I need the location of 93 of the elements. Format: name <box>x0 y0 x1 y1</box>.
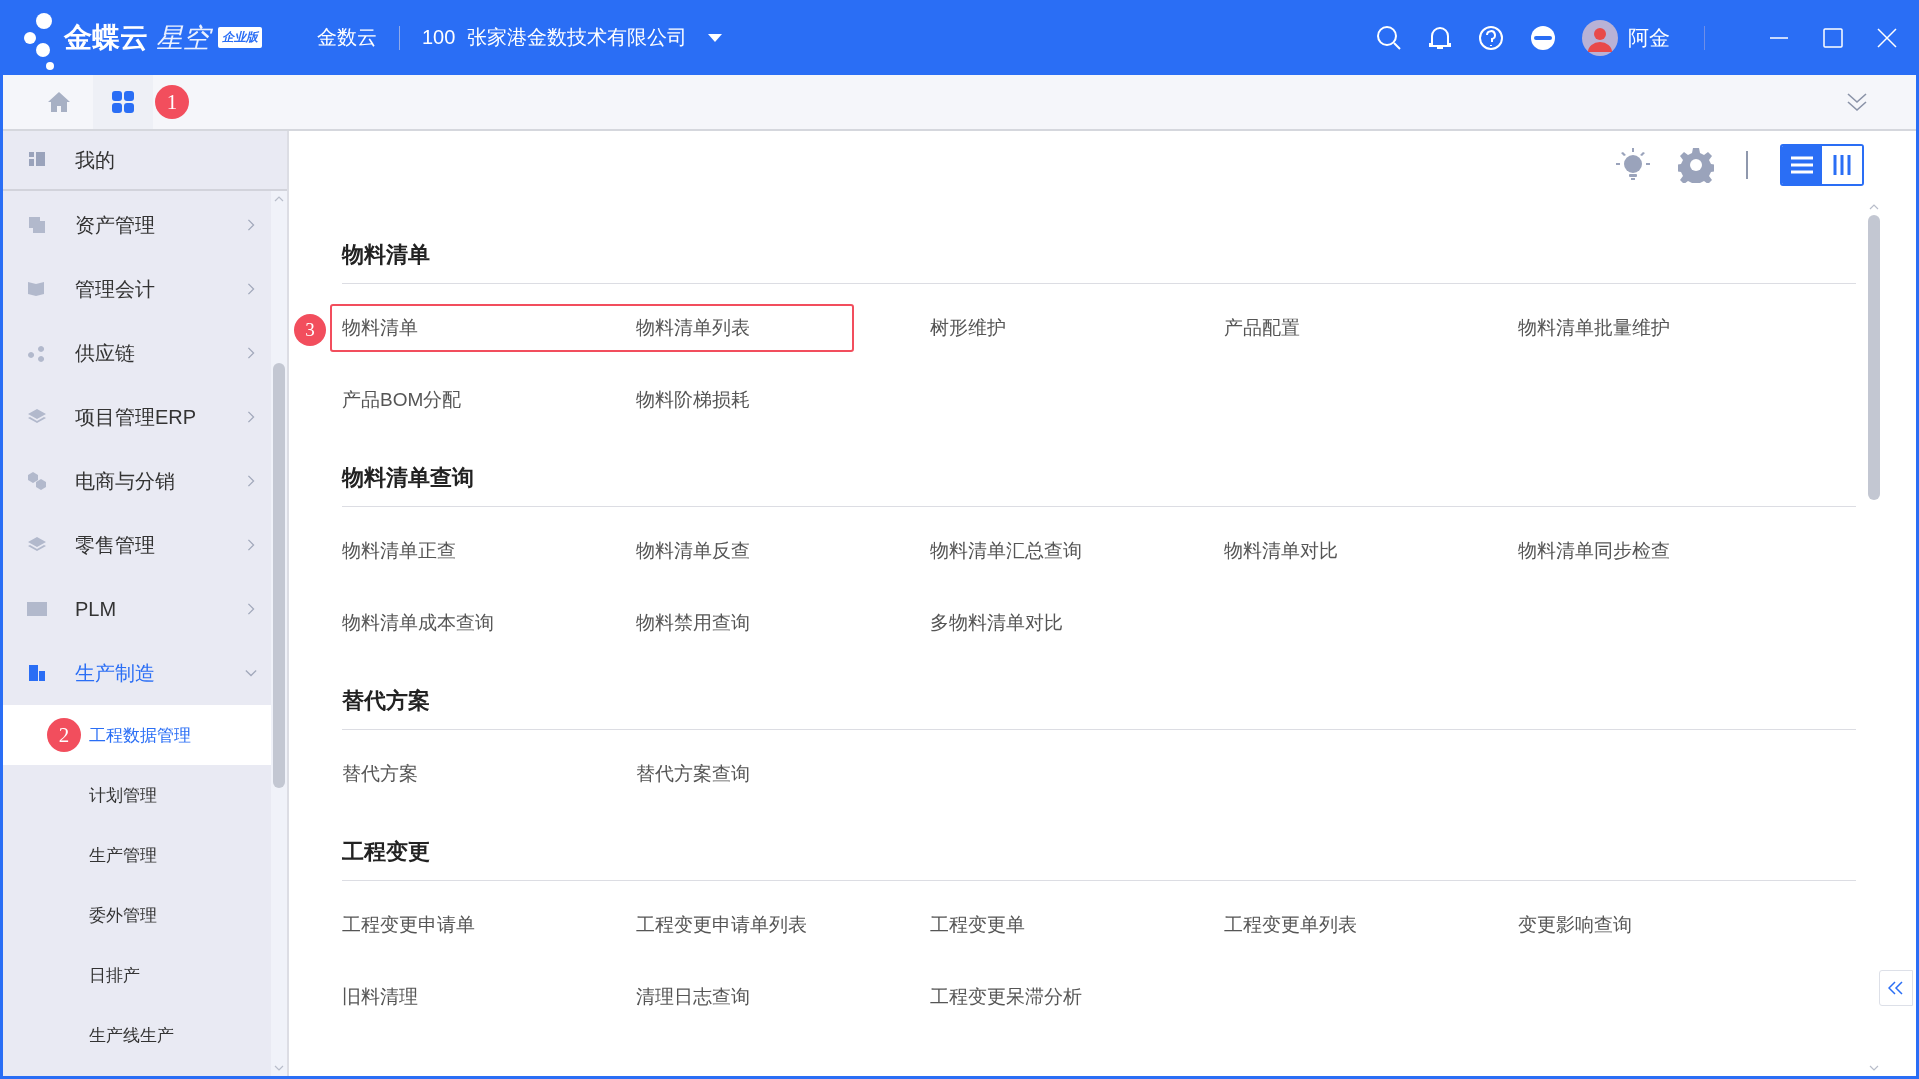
home-icon <box>47 91 71 113</box>
sidebar-subitem[interactable]: 委外管理 <box>3 885 271 945</box>
help-icon[interactable] <box>1478 24 1504 51</box>
module-icon <box>27 279 47 299</box>
search-icon[interactable] <box>1376 24 1402 51</box>
menu-link[interactable]: 变更影响查询 <box>1518 912 1632 938</box>
double-chevron-left-icon <box>1888 981 1904 995</box>
sidebar-item[interactable]: 供应链 <box>3 321 271 385</box>
settings-icon[interactable] <box>1678 147 1714 183</box>
menu-link[interactable]: 物料清单批量维护 <box>1518 315 1670 341</box>
bell-icon[interactable] <box>1428 24 1452 51</box>
menu-link[interactable]: 工程变更单 <box>930 912 1025 938</box>
maximize-icon[interactable] <box>1823 27 1843 48</box>
module-icon <box>27 343 47 363</box>
list-view-button[interactable] <box>1782 146 1822 184</box>
apps-tab[interactable] <box>93 75 153 129</box>
sidebar-item[interactable]: 电商与分销 <box>3 449 271 513</box>
edition-tag: 企业版 <box>218 27 262 48</box>
menu-link[interactable]: 物料清单反查 <box>636 538 750 564</box>
step-badge: 3 <box>294 314 326 346</box>
menu-link[interactable]: 物料清单对比 <box>1224 538 1338 564</box>
sidebar-item[interactable]: 生产制造 <box>3 641 271 705</box>
sidebar-subitem[interactable]: 日排产 <box>3 945 271 1005</box>
module-icon <box>27 471 47 491</box>
subitem-label: 生产管理 <box>89 844 157 867</box>
sidebar-item[interactable]: 资产管理 <box>3 193 271 257</box>
dropdown-icon[interactable] <box>707 32 724 43</box>
scrollbar[interactable] <box>271 191 287 1076</box>
org-code[interactable]: 100 <box>422 26 456 49</box>
menu-link[interactable]: 物料阶梯损耗 <box>636 387 750 413</box>
sidebar-item[interactable]: 管理会计 <box>3 257 271 321</box>
section-title: 工程变更 <box>342 824 1856 881</box>
logo-icon <box>22 11 56 70</box>
module-icon <box>27 215 47 235</box>
menu-link[interactable]: 清理日志查询 <box>636 984 750 1010</box>
avatar-icon[interactable] <box>1582 19 1618 56</box>
close-icon[interactable] <box>1877 27 1897 48</box>
menu-link[interactable]: 替代方案 <box>342 761 418 787</box>
menu-link[interactable]: 旧料清理 <box>342 984 418 1010</box>
grid-icon <box>111 90 135 114</box>
module-icon <box>27 599 47 619</box>
org-name[interactable]: 张家港金数技术有限公司 <box>467 24 688 51</box>
brand-name: 金蝶云 <box>64 20 148 55</box>
section-title: 替代方案 <box>342 673 1856 730</box>
menu-link[interactable]: 物料清单 <box>342 315 418 341</box>
user-name[interactable]: 阿金 <box>1628 23 1670 52</box>
columns-icon <box>1833 155 1851 175</box>
menu-link[interactable]: 物料禁用查询 <box>636 610 750 636</box>
sidebar-subitem[interactable]: 生产管理 <box>3 825 271 885</box>
scrollbar-thumb[interactable] <box>1868 215 1880 500</box>
subitem-label: 计划管理 <box>89 784 157 807</box>
scroll-up-icon[interactable] <box>1869 203 1879 211</box>
menu-link[interactable]: 产品配置 <box>1224 315 1300 341</box>
scroll-down-icon[interactable] <box>1869 1064 1879 1072</box>
menu-link[interactable]: 物料清单正查 <box>342 538 456 564</box>
scroll-up-icon[interactable] <box>274 195 284 203</box>
subitem-label: 日排产 <box>89 964 140 987</box>
sidebar-subitem[interactable]: 计划管理 <box>3 765 271 825</box>
scroll-down-icon[interactable] <box>274 1064 284 1072</box>
double-chevron-down-icon[interactable] <box>1846 92 1868 112</box>
subitem-label: 生产线生产 <box>89 1024 174 1047</box>
module-icon <box>27 663 47 683</box>
menu-link[interactable]: 工程变更呆滞分析 <box>930 984 1082 1010</box>
section-title: 物料清单 <box>342 227 1856 284</box>
section-title: 物料清单查询 <box>342 450 1856 507</box>
menu-link[interactable]: 工程变更申请单 <box>342 912 475 938</box>
menu-link[interactable]: 树形维护 <box>930 315 1006 341</box>
sidebar-label: 我的 <box>75 147 115 173</box>
lightbulb-icon[interactable] <box>1616 148 1650 182</box>
menu-link[interactable]: 多物料清单对比 <box>930 610 1063 636</box>
subitem-label: 工程数据管理 <box>89 724 191 747</box>
menu-link[interactable]: 物料清单列表 <box>636 315 750 341</box>
sidebar-subitem[interactable]: 2 工程数据管理 <box>3 705 271 765</box>
menu-link[interactable]: 替代方案查询 <box>636 761 750 787</box>
menu-link[interactable]: 产品BOM分配 <box>342 387 462 413</box>
scrollbar-thumb[interactable] <box>273 363 285 788</box>
menu-link[interactable]: 工程变更申请单列表 <box>636 912 807 938</box>
step-badge: 2 <box>47 718 81 752</box>
tenant-name[interactable]: 金数云 <box>317 24 377 51</box>
menu-link[interactable]: 物料清单汇总查询 <box>930 538 1082 564</box>
sidebar-item[interactable]: 我的 <box>3 131 287 191</box>
menu-link[interactable]: 物料清单同步检查 <box>1518 538 1670 564</box>
sidebar-item[interactable]: 项目管理ERP <box>3 385 271 449</box>
more-icon[interactable] <box>1530 24 1556 51</box>
expand-panel-button[interactable] <box>1879 970 1913 1006</box>
subitem-label: 委外管理 <box>89 904 157 927</box>
sidebar-item[interactable]: PLM <box>3 577 271 641</box>
list-icon <box>1791 156 1813 174</box>
step-badge: 1 <box>155 85 189 119</box>
sidebar-item[interactable]: 零售管理 <box>3 513 271 577</box>
sidebar-subitem[interactable]: 生产线生产 <box>3 1005 271 1065</box>
menu-link[interactable]: 物料清单成本查询 <box>342 610 494 636</box>
menu-link[interactable]: 工程变更单列表 <box>1224 912 1357 938</box>
